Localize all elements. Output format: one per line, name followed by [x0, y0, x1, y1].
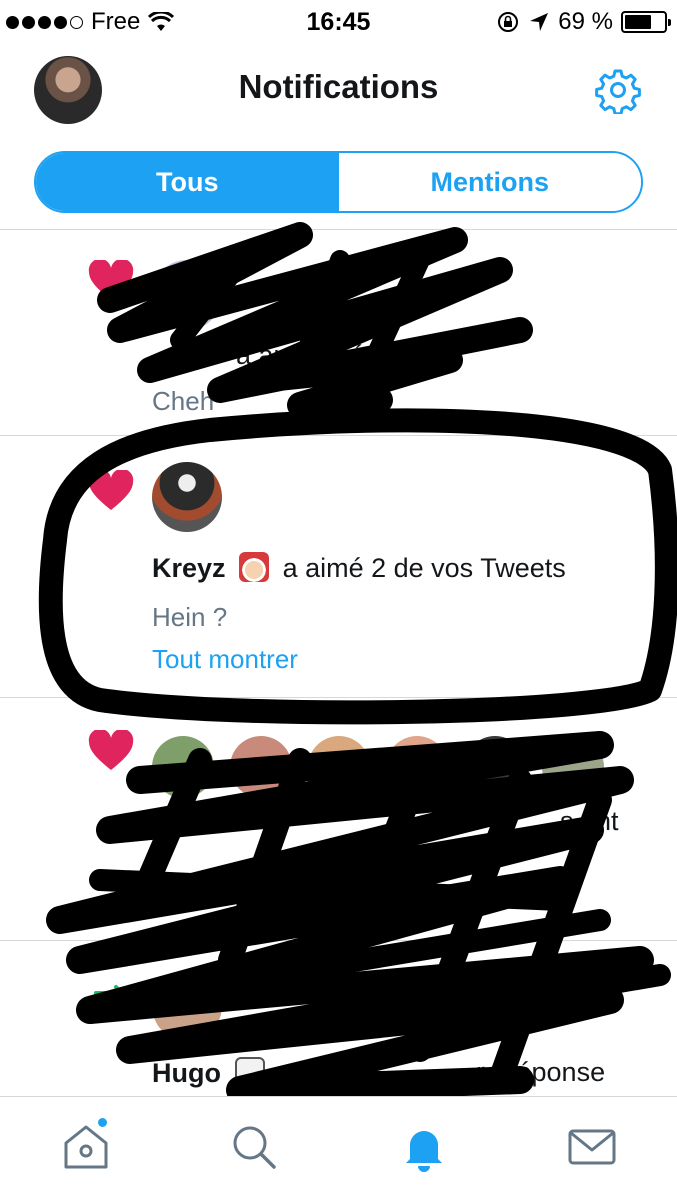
notification-item[interactable]: s ont [0, 698, 677, 938]
user-avatar[interactable] [308, 736, 370, 798]
notification-tweet-preview: Cheh [152, 386, 215, 416]
dice-emoji [234, 1057, 265, 1087]
home-badge [96, 1116, 109, 1129]
notification-text: Kreyz a aimé 2 de vos Tweets [152, 552, 566, 584]
heart-icon [88, 730, 134, 770]
notification-item[interactable]: Kreyz a aimé 2 de vos Tweets Hein ? Tout… [0, 436, 677, 696]
tab-tous[interactable]: Tous [36, 153, 339, 211]
notification-text-tail: re réponse [476, 1057, 606, 1087]
heart-icon [88, 260, 134, 300]
user-name[interactable]: Kreyz [152, 553, 226, 583]
notification-text: a ai otre ré nse [236, 340, 417, 370]
page-title: Notifications [238, 68, 439, 105]
battery-percent: 69 % [558, 8, 613, 35]
location-arrow-icon [530, 13, 549, 31]
orientation-lock-icon [498, 12, 519, 32]
user-name[interactable]: Hugo [152, 1058, 221, 1088]
bell-icon[interactable] [396, 1119, 452, 1175]
user-avatar[interactable] [152, 971, 222, 1041]
tab-mentions[interactable]: Mentions [338, 153, 641, 211]
user-avatar[interactable] [230, 736, 292, 798]
liker-avatars [152, 736, 604, 798]
tab-bar [0, 1096, 677, 1200]
show-all-link[interactable]: Tout montrer [152, 644, 298, 675]
notifications-filter: Tous Mentions [34, 151, 643, 213]
gear-icon[interactable] [594, 66, 642, 114]
header: Notifications [0, 50, 677, 130]
status-bar: Free 16:45 69 % [0, 0, 677, 44]
notification-text: s ont [560, 806, 619, 836]
user-avatar[interactable] [386, 736, 448, 798]
mail-icon[interactable] [564, 1119, 620, 1175]
notification-action: a aimé 2 de vos Tweets [282, 553, 566, 583]
retweet-icon [94, 985, 128, 1019]
notification-text: Hugo a [152, 1057, 293, 1089]
user-avatar[interactable] [152, 736, 214, 798]
notification-item[interactable]: a ai otre ré nse Cheh [0, 230, 677, 435]
notification-tweet-preview: Hein ? [152, 602, 228, 632]
user-avatar[interactable] [152, 462, 222, 532]
notification-action: a [278, 1058, 294, 1088]
heart-icon [88, 470, 134, 510]
user-avatar[interactable] [152, 260, 222, 330]
search-icon[interactable] [226, 1119, 282, 1175]
notification-item[interactable]: Hugo a re réponse [0, 941, 677, 1096]
santa-emoji [239, 552, 270, 582]
user-avatar[interactable] [542, 736, 604, 798]
status-right: 69 % [496, 8, 671, 36]
user-avatar[interactable] [464, 736, 526, 798]
battery-icon [621, 11, 671, 33]
